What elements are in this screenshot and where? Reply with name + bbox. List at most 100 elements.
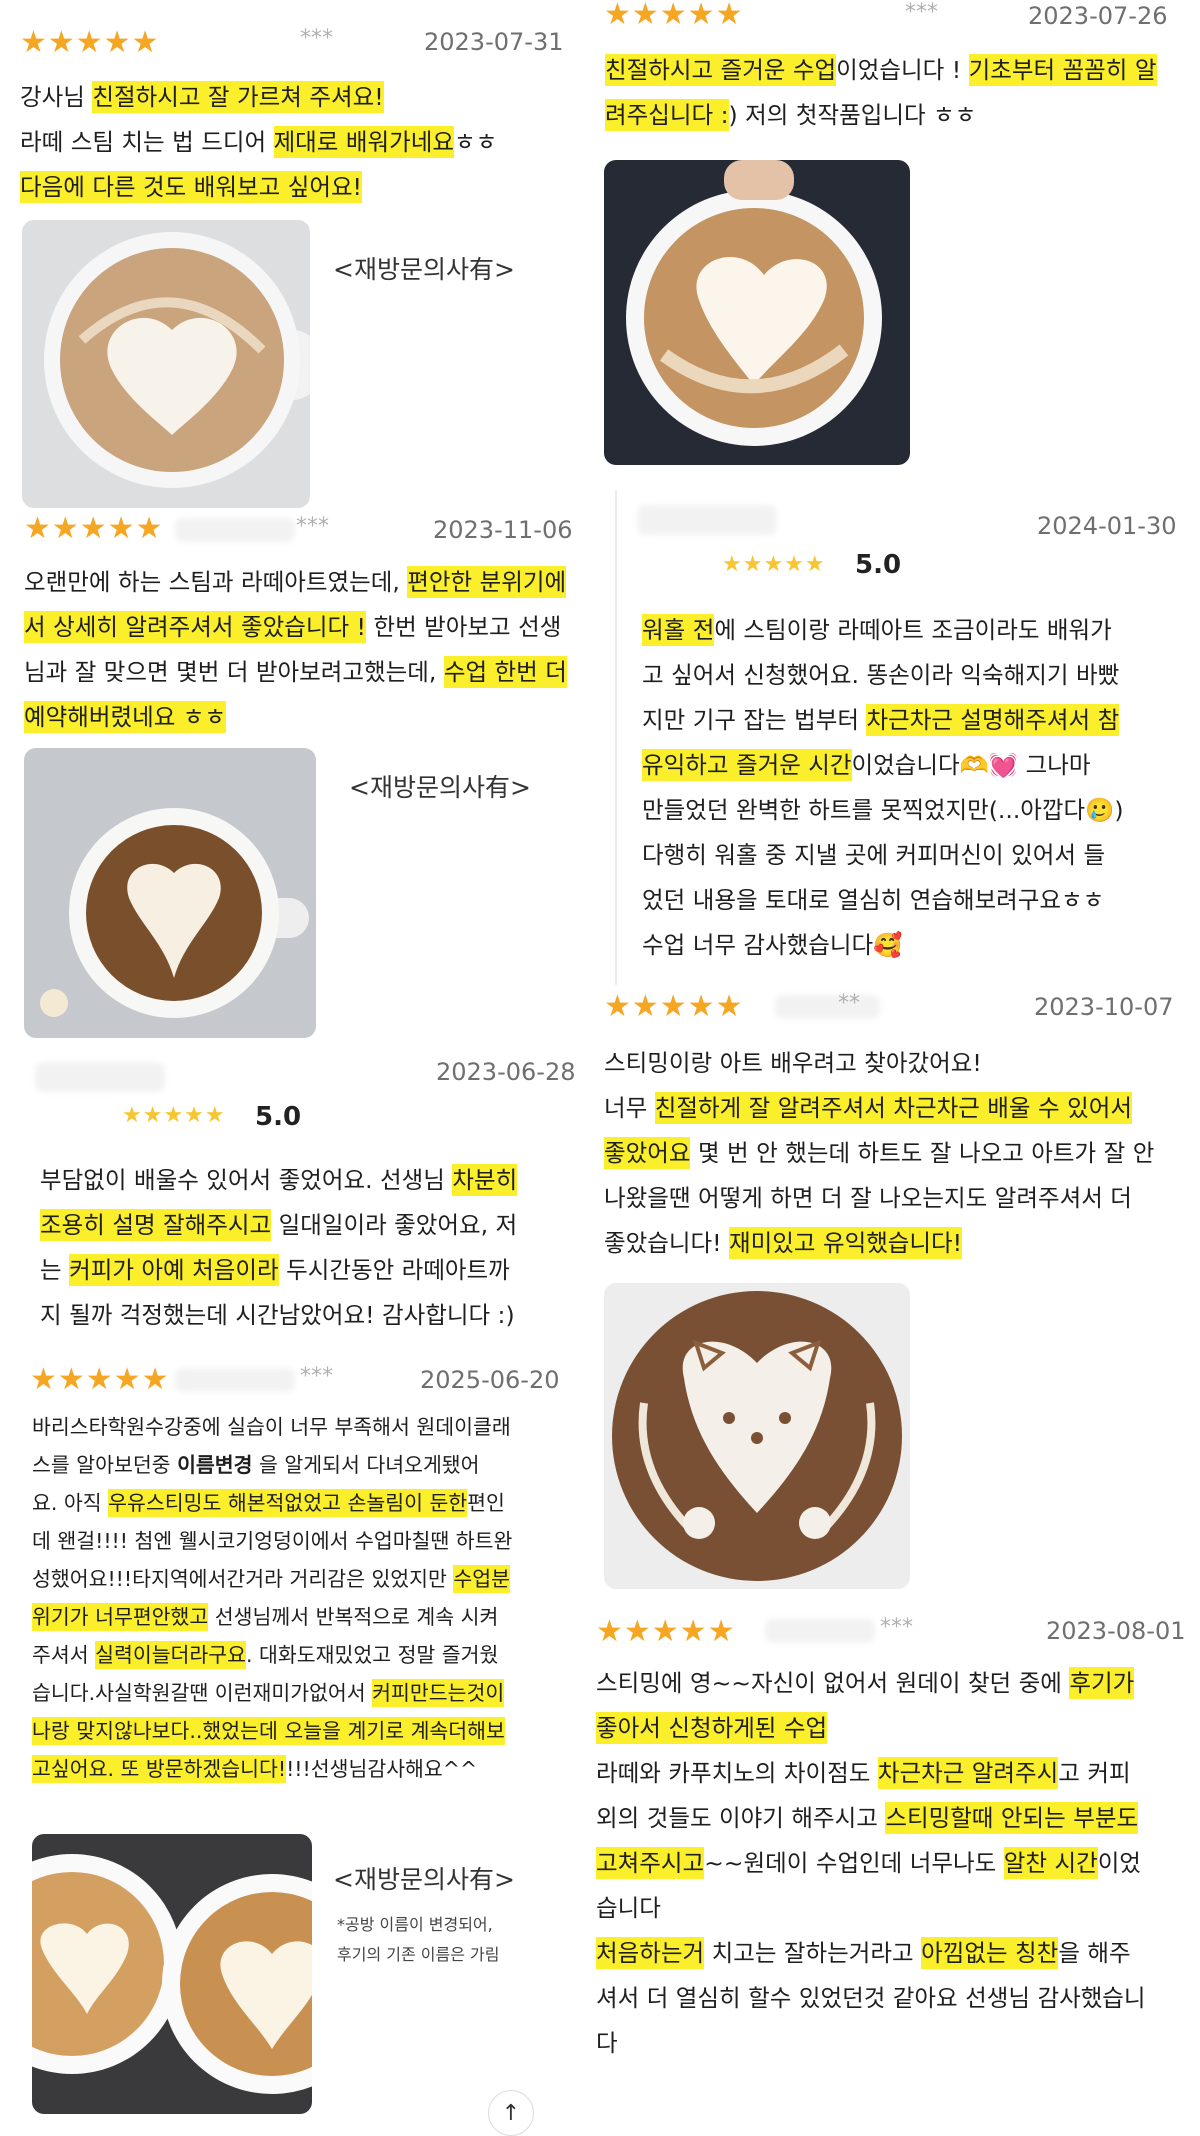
review-card: ★★★★★ ** 2023-10-07 스티밍이랑 아트 배우려고 찾아갔어요!…: [600, 985, 1200, 1605]
review-text-line: 다행히 워홀 중 지낼 곳에 커피머신이 있어서 들: [642, 833, 1200, 878]
star-rating: ★★★★★: [722, 552, 826, 577]
review-text-line: 요. 아직 우유스티밍도 해본적없었고 손놀림이 둔한편인: [32, 1484, 577, 1522]
blurred-author-name: [175, 1368, 295, 1392]
text-segment: 오랜만에 하는 스팀과 라떼아트였는데,: [24, 568, 408, 596]
name-change-note-line: 후기의 기존 이름은 가림: [337, 1945, 500, 1964]
review-text-line: 조용히 설명 잘해주시고 일대일이라 좋았어요, 저: [40, 1203, 580, 1248]
review-date: 2023-10-07: [1034, 993, 1174, 1021]
review-text-line: 려주십니다 :) 저의 첫작품입니다 ㅎㅎ: [605, 93, 1195, 138]
text-segment: ) 저의 첫작품입니다 ㅎㅎ: [728, 101, 977, 129]
highlighted-text: 차분히: [452, 1164, 518, 1196]
text-segment: 이었습니다🫶💓 그나마: [851, 751, 1091, 779]
highlighted-text: 커피만드는것이: [372, 1679, 505, 1707]
highlighted-text: 고싶어요. 또 방문하겠습니다!: [32, 1755, 287, 1783]
highlighted-text: 서 상세히 알려주셔서 좋았습니다 !: [24, 611, 366, 643]
text-segment: ㅎㅎ: [454, 128, 498, 156]
highlighted-text: 재미있고 유익했습니다!: [729, 1227, 963, 1259]
review-text: 강사님 친절하시고 잘 가르쳐 주셔요! 라떼 스팀 치는 법 드디어 제대로 배…: [20, 75, 570, 210]
review-date: 2023-08-01: [1046, 1617, 1186, 1645]
review-text-line: 습니다.사실학원갈땐 이런재미가없어서 커피만드는것이: [32, 1674, 577, 1712]
review-text-line: 스를 알아보던중 이름변경 을 알게되서 다녀오게됐어: [32, 1446, 577, 1484]
star-rating: ★★★★★: [122, 1103, 226, 1128]
text-segment: 는: [40, 1256, 70, 1284]
review-text-line: 성했어요!!!타지역에서간거라 거리감은 있었지만 수업분: [32, 1560, 577, 1598]
text-segment: 요. 아직: [32, 1491, 109, 1515]
blurred-author-name: [175, 518, 295, 542]
review-date: 2024-01-30: [1037, 512, 1177, 540]
review-card: ★★★★★ *** 2023-11-06 오랜만에 하는 스팀과 라떼아트였는데…: [0, 510, 580, 1040]
review-text-line: 좋았습니다! 재미있고 유익했습니다!: [604, 1221, 1199, 1266]
name-change-note-line: *공방 이름이 변경되어,: [337, 1915, 493, 1934]
review-text-line: 좋아서 신청하게된 수업: [596, 1706, 1196, 1751]
text-segment: . 대화도재밌었고 정말 즐거웠: [246, 1643, 499, 1667]
review-text-line: 셔서 더 열심히 할수 있었던것 같아요 선생님 감사했습니: [596, 1976, 1196, 2021]
text-segment: 었던 내용을 토대로 열심히 연습해보려구요ㅎㅎ: [642, 886, 1105, 914]
review-text-line: 다음에 다른 것도 배워보고 싶어요!: [20, 165, 570, 210]
review-text-line: 주셔서 실력이늘더라구요. 대화도재밌었고 정말 즐거웠: [32, 1636, 577, 1674]
review-date: 2023-07-26: [1028, 2, 1168, 30]
highlighted-text: 수업 한번 더: [443, 656, 567, 688]
review-text-line: 처음하는거 치고는 잘하는거라고 아낌없는 칭찬을 해주: [596, 1931, 1196, 1976]
text-segment: 이었: [1097, 1849, 1141, 1877]
text-segment: 고 싶어서 신청했어요. 똥손이라 익숙해지기 바빴: [642, 661, 1120, 689]
text-segment: 일대일이라 좋았어요, 저: [271, 1211, 518, 1239]
review-date: 2023-06-28: [436, 1058, 576, 1086]
text-segment: 지만 기구 잡는 법부터: [642, 706, 867, 734]
highlighted-text: 워홀 전: [642, 614, 715, 646]
text-segment: 스티밍에 영~~자신이 없어서 원데이 찾던 중에: [596, 1669, 1070, 1697]
review-text-line: 님과 잘 맞으면 몇번 더 받아보려고했는데, 수업 한번 더: [24, 650, 574, 695]
review-author: ***: [300, 1364, 333, 1389]
text-segment: 스를 알아보던중: [32, 1453, 178, 1477]
review-text-line: 워홀 전에 스팀이랑 라떼아트 조금이라도 배워가: [642, 608, 1200, 653]
text-segment: 치고는 잘하는거라고: [704, 1939, 922, 1967]
latte-art-photo: [24, 748, 316, 1038]
star-rating: ★★★★★: [604, 989, 744, 1024]
review-text-line: 오랜만에 하는 스팀과 라떼아트였는데, 편안한 분위기에: [24, 560, 574, 605]
review-card: ★★★★★ *** 2023-08-01 스티밍에 영~~자신이 없어서 원데이…: [590, 1605, 1200, 2133]
highlighted-text: 친절하시고 즐거운 수업: [605, 54, 837, 86]
review-author: ***: [905, 0, 938, 25]
text-segment: 을 알게되서 다녀오게됐어: [252, 1453, 480, 1477]
review-text: 오랜만에 하는 스팀과 라떼아트였는데, 편안한 분위기에 서 상세히 알려주셔서…: [24, 560, 574, 740]
review-text-line: 서 상세히 알려주셔서 좋았습니다 ! 한번 받아보고 선생: [24, 605, 574, 650]
rating-score: 5.0: [855, 550, 902, 580]
highlighted-text: 스티밍할때 안되는 부분도: [885, 1802, 1139, 1834]
review-text: 스티밍에 영~~자신이 없어서 원데이 찾던 중에 후기가 좋아서 신청하게된 수…: [596, 1661, 1196, 2066]
text-segment: 습니다.사실학원갈땐 이런재미가없어서: [32, 1681, 373, 1705]
review-text: 스티밍이랑 아트 배우려고 찾아갔어요! 너무 친절하게 잘 알려주셔서 차근차근…: [604, 1041, 1199, 1266]
text-segment: ~~원데이 수업인데 너무나도: [704, 1849, 1004, 1877]
review-text-line: 바리스타학원수강중에 실습이 너무 부족해서 원데이클래: [32, 1408, 577, 1446]
highlighted-text: 유익하고 즐거운 시간: [642, 749, 852, 781]
text-segment: 외의 것들도 이야기 해주시고: [596, 1804, 886, 1832]
review-author: ***: [300, 26, 333, 51]
highlighted-text: 아낌없는 칭찬: [921, 1937, 1059, 1969]
scroll-to-top-button[interactable]: ↑: [488, 2090, 534, 2136]
review-text-line: 라떼 스팀 치는 법 드디어 제대로 배워가네요ㅎㅎ: [20, 120, 570, 165]
star-rating: ★★★★★: [596, 1614, 736, 1649]
text-segment: 편인: [467, 1491, 505, 1515]
highlighted-text: 고쳐주시고: [596, 1847, 705, 1879]
review-text-line: 예약해버렸네요 ㅎㅎ: [24, 695, 574, 740]
text-segment: 주셔서: [32, 1643, 96, 1667]
review-text: 바리스타학원수강중에 실습이 너무 부족해서 원데이클래스를 알아보던중 이름변…: [32, 1408, 577, 1788]
blurred-author-name: [775, 995, 880, 1019]
highlighted-text: 차근차근 설명해주셔서 참: [866, 704, 1120, 736]
review-text-line: 스티밍이랑 아트 배우려고 찾아갔어요!: [604, 1041, 1199, 1086]
review-text-line: 외의 것들도 이야기 해주시고 스티밍할때 안되는 부분도: [596, 1796, 1196, 1841]
text-segment: 수업 너무 감사했습니다🥰: [642, 931, 903, 959]
review-card: ★★★★★ *** 2023-07-26 친절하시고 즐거운 수업이었습니다 !…: [600, 0, 1200, 480]
highlighted-text: 실력이늘더라구요: [95, 1641, 246, 1669]
highlighted-text: 편안한 분위기에: [407, 566, 567, 598]
review-text-line: 고쳐주시고~~원데이 수업인데 너무나도 알찬 시간이었: [596, 1841, 1196, 1886]
text-segment: 강사님: [20, 83, 93, 111]
review-text: 친절하시고 즐거운 수업이었습니다 ! 기초부터 꼼꼼히 알 려주십니다 :) 저…: [605, 48, 1195, 138]
review-text-line: 데 왠걸!!!! 첨엔 웰시코기엉덩이에서 수업마칠땐 하트완: [32, 1522, 577, 1560]
text-segment: 바리스타학원수강중에 실습이 너무 부족해서 원데이클래: [32, 1415, 511, 1439]
text-segment: 이름변경: [177, 1453, 253, 1477]
highlighted-text: 처음하는거: [596, 1937, 705, 1969]
highlighted-text: 수업분: [453, 1565, 510, 1593]
review-text-line: 는 커피가 아예 처음이라 두시간동안 라떼아트까: [40, 1248, 580, 1293]
text-segment: 나왔을땐 어떻게 하면 더 잘 나오는지도 알려주셔서 더: [604, 1184, 1132, 1212]
revisit-note: <재방문의사有>: [349, 773, 531, 802]
highlighted-text: 친절하시고 잘 가르쳐 주셔요!: [92, 81, 384, 113]
